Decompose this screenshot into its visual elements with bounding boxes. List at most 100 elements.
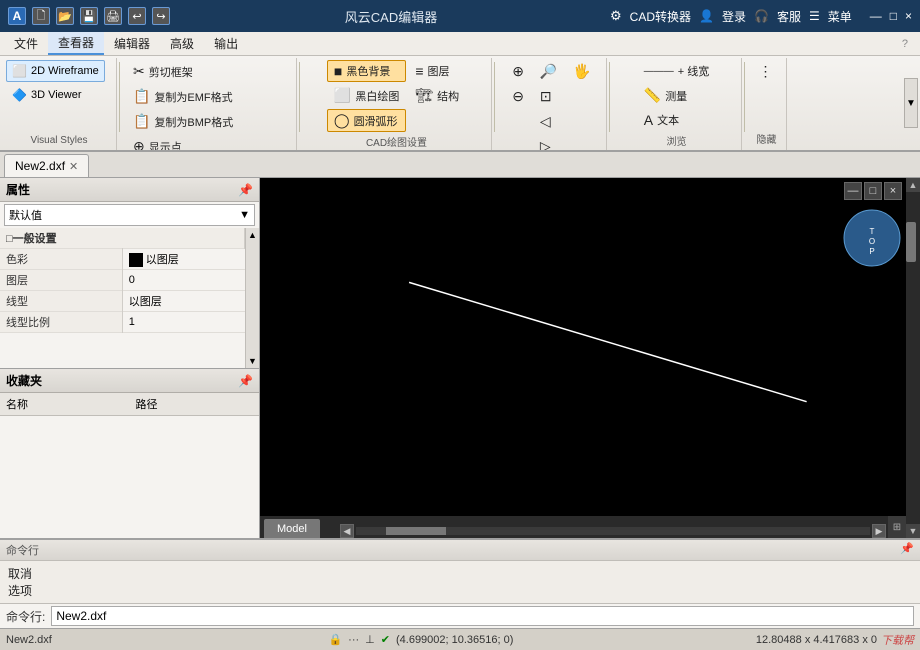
scroll-track[interactable] [356,527,870,535]
watermark: 下载帮 [881,632,914,648]
canvas-controls: — □ × [844,182,902,200]
pos-hand[interactable]: 🖐 [566,60,597,83]
menu-editor[interactable]: 编辑器 [104,33,160,54]
status-up-icon[interactable]: ⊥ [365,633,375,646]
position-section: ⊕ ⊖ 🔎 ⊡ ◁ ▷ 🖐 位置 [497,58,607,150]
print-icon[interactable]: 🖨 [104,7,122,25]
customer-btn[interactable]: 客服 [777,8,801,25]
undo-icon[interactable]: ↩ [128,7,146,25]
favorites-pin-btn[interactable]: 📌 [238,374,253,388]
hidden-label: 隐藏 [751,129,782,148]
command-area: 命令行 📌 取消 选项 命令行: [0,538,920,628]
cad-converter-btn[interactable]: CAD转换器 [630,8,691,25]
menu-btn[interactable]: 菜单 [828,8,852,25]
status-check-icon[interactable]: ✔ [381,633,390,646]
command-output: 取消 选项 [0,561,920,603]
3d-viewer-btn[interactable]: 🔷 3D Viewer [6,84,88,106]
tab-bar: New2.dxf ✕ [0,152,920,178]
properties-pin-btn[interactable]: 📌 [238,183,253,197]
canvas-minimize-btn[interactable]: — [844,182,862,200]
status-right: 12.80488 x 4.417683 x 0 下载帮 [756,632,914,648]
canvas-corner: ⊞ [888,516,906,538]
vscroll-thumb [906,222,916,262]
pos-zoom-in[interactable]: ⊕ [505,60,531,83]
menu-advanced[interactable]: 高级 [160,33,204,54]
layer-btn[interactable]: ≡ 图层 [408,60,466,82]
command-pin-btn[interactable]: 📌 [900,542,914,558]
ribbon-collapse-btn[interactable]: ▼ [904,78,918,128]
scroll-right-btn[interactable]: ▶ [872,524,886,538]
status-lock-icon[interactable]: 🔒 [328,633,342,646]
2d-wireframe-btn[interactable]: ⬜ 2D Wireframe [6,60,105,82]
pos-right[interactable]: ▷ [533,135,564,152]
text-btn[interactable]: A 文本 [637,109,716,131]
model-tab-bar: Model ◀ ▶ ⊞ [260,516,906,538]
status-center: 🔒 ··· ⊥ ✔ (4.699002; 10.36516; 0) [94,633,748,646]
canvas-vscrollbar[interactable]: ▲ ▼ [906,178,920,538]
properties-scrollbar[interactable]: ▲ ▼ [245,228,259,368]
properties-dropdown[interactable]: 默认值 ▼ [4,204,255,226]
pos-pan[interactable]: 🔎 [533,60,564,83]
file-tab[interactable]: New2.dxf ✕ [4,154,89,177]
canvas[interactable]: — □ × T O P [260,178,906,516]
statusbar: New2.dxf 🔒 ··· ⊥ ✔ (4.699002; 10.36516; … [0,628,920,650]
vscroll-up-btn[interactable]: ▲ [906,178,920,192]
bw-drawing-btn[interactable]: ⬜ 黑白绘图 [327,84,406,107]
pos-left[interactable]: ◁ [533,110,564,133]
structure-btn[interactable]: 🏗 结构 [408,84,466,107]
help-icon[interactable]: ? [894,36,916,52]
prop-row-linetype: 线型 以图层 [0,291,245,312]
cad-settings-label: CAD绘图设置 [306,132,487,151]
vscroll-track [906,192,920,524]
view-cube[interactable]: T O P [842,208,902,268]
menu-file[interactable]: 文件 [4,33,48,54]
line-width-btn[interactable]: ——— + 线宽 [637,60,716,82]
measure-btn[interactable]: 📏 测量 [637,84,716,107]
canvas-area: — □ × T O P Model ◀ [260,178,906,538]
save-icon[interactable]: 💾 [80,7,98,25]
hidden-dotted-btn[interactable]: ⋮ [752,60,782,83]
open-icon[interactable]: 📂 [56,7,74,25]
copy-bmp-btn[interactable]: 📋 复制为BMP格式 [126,110,240,133]
prop-row-linescale: 线型比例 1 [0,312,245,333]
pos-fit[interactable]: ⊡ [533,85,564,108]
canvas-hscrollbar[interactable]: ◀ ▶ [340,524,886,538]
scroll-left-btn[interactable]: ◀ [340,524,354,538]
tools-section: ✂ 剪切框架 📋 复制为EMF格式 📋 复制为BMP格式 ⊕ 显示点 [122,58,297,150]
fav-col-path: 路径 [130,393,260,416]
menu-viewer[interactable]: 查看器 [48,32,104,55]
app-icon: A [8,7,26,25]
redo-icon[interactable]: ↪ [152,7,170,25]
properties-scroll-area: □一般设置 色彩 以图层 图层 0 线型 以图层 线型比例 [0,228,259,368]
vscroll-down-btn[interactable]: ▼ [906,524,920,538]
properties-header: 属性 📌 [0,178,259,202]
black-bg-btn[interactable]: ■ 黑色背景 [327,60,406,82]
svg-text:P: P [869,247,874,256]
canvas-maximize-btn[interactable]: □ [864,182,882,200]
title-right-actions: ⚙ CAD转换器 👤 登录 🎧 客服 ☰ 菜单 — □ × [610,8,912,25]
cut-frame-btn[interactable]: ✂ 剪切框架 [126,60,240,83]
svg-text:T: T [870,227,875,236]
menu-output[interactable]: 输出 [204,33,248,54]
model-tab[interactable]: Model [264,519,320,538]
tab-close-btn[interactable]: ✕ [69,160,78,173]
canvas-close-btn[interactable]: × [884,182,902,200]
login-btn[interactable]: 登录 [722,8,746,25]
show-points-btn[interactable]: ⊕ 显示点 [126,135,205,152]
tab-label: New2.dxf [15,159,65,173]
command-input[interactable] [51,606,914,626]
new-icon[interactable]: 🗋 [32,7,50,25]
command-input-row: 命令行: [0,603,920,628]
status-dot-icon: ··· [348,634,359,646]
prop-row-layer: 图层 0 [0,270,245,291]
pos-zoom-out[interactable]: ⊖ [505,85,531,108]
smooth-arc-btn[interactable]: ◯ 圆滑弧形 [327,109,406,132]
cad-settings-section: ■ 黑色背景 ⬜ 黑白绘图 ◯ 圆滑弧形 ≡ 图层 🏗 [302,58,492,150]
prop-section-header: □一般设置 [0,228,245,249]
command-header: 命令行 📌 [0,540,920,561]
title-icons: A 🗋 📂 💾 🖨 ↩ ↪ [8,7,172,25]
status-dimensions: 12.80488 x 4.417683 x 0 [756,634,877,646]
copy-emf-btn[interactable]: 📋 复制为EMF格式 [126,85,240,108]
app-title: 风云CAD编辑器 [172,7,610,26]
main-area: 属性 📌 默认值 ▼ □一般设置 色彩 以图层 图层 0 [0,178,920,538]
